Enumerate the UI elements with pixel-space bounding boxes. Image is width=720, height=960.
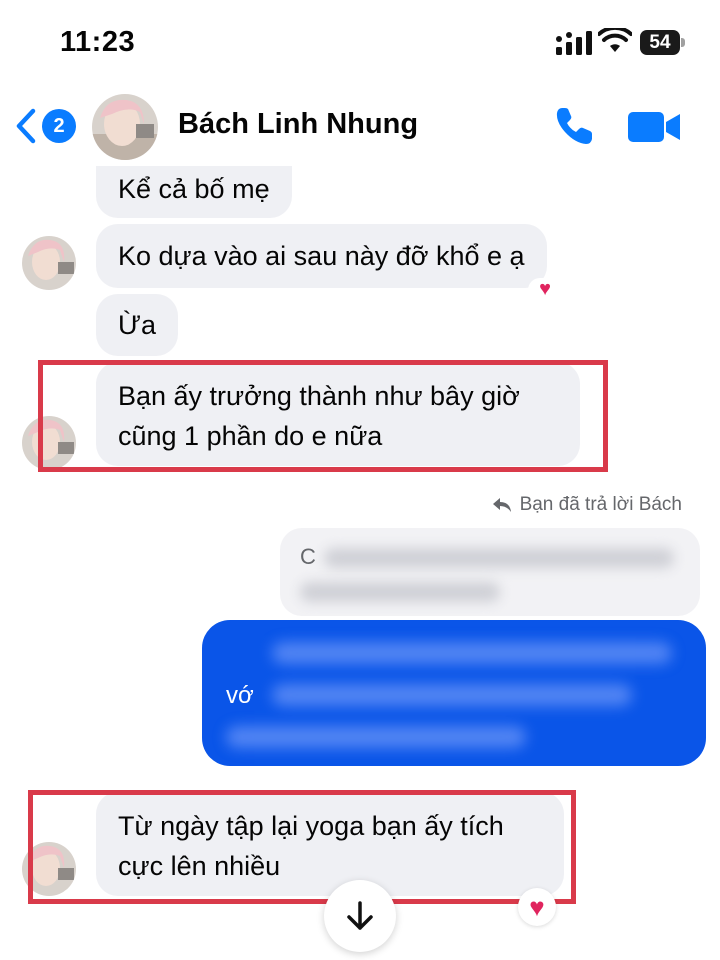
outgoing-message[interactable]: vớ <box>202 620 706 766</box>
cellular-signal-icon <box>556 31 592 55</box>
status-time: 11:23 <box>60 26 136 58</box>
message-text: Ko dựa vào ai sau này đỡ khổ e ạ <box>118 241 525 271</box>
message-text: Ừa <box>118 310 157 340</box>
incoming-message[interactable]: Kể cả bố mẹ <box>96 160 292 218</box>
heart-reaction-icon[interactable]: ♥ <box>528 278 562 300</box>
message-text: Kể cả bố mẹ <box>118 174 270 204</box>
reply-arrow-icon <box>492 498 511 512</box>
quoted-text: C <box>300 544 316 569</box>
video-camera-icon <box>628 112 680 142</box>
battery-indicator: 54 <box>640 30 686 55</box>
battery-level: 54 <box>649 32 671 53</box>
contact-avatar[interactable] <box>92 94 158 160</box>
reply-indicator-text: Bạn đã trả lời Bách <box>519 494 682 515</box>
reply-indicator: Bạn đã trả lời Bách <box>492 494 682 516</box>
incoming-message[interactable]: Ừa <box>96 294 179 356</box>
status-bar: 11:23 54 <box>0 0 720 90</box>
scroll-to-bottom-button[interactable] <box>324 880 396 952</box>
arrow-down-icon <box>347 901 373 930</box>
chat-header: 2 Bách Linh Nhung <box>0 90 720 166</box>
video-call-button[interactable] <box>628 108 682 146</box>
heart-reaction-icon[interactable]: ♥ <box>518 888 556 926</box>
phone-icon <box>556 108 592 144</box>
audio-call-button[interactable] <box>552 104 596 148</box>
chevron-left-icon <box>16 108 36 144</box>
quoted-message[interactable]: C <box>280 528 700 616</box>
outgoing-text: vớ <box>226 682 254 709</box>
contact-name[interactable]: Bách Linh Nhung <box>178 108 418 141</box>
unread-count-badge: 2 <box>42 109 76 143</box>
back-button[interactable]: 2 <box>14 104 78 148</box>
wifi-icon <box>598 28 632 52</box>
highlight-box <box>38 360 608 472</box>
incoming-message[interactable]: Ko dựa vào ai sau này đỡ khổ e ạ <box>96 224 547 288</box>
highlight-box <box>28 790 576 904</box>
sender-avatar[interactable] <box>22 236 76 290</box>
